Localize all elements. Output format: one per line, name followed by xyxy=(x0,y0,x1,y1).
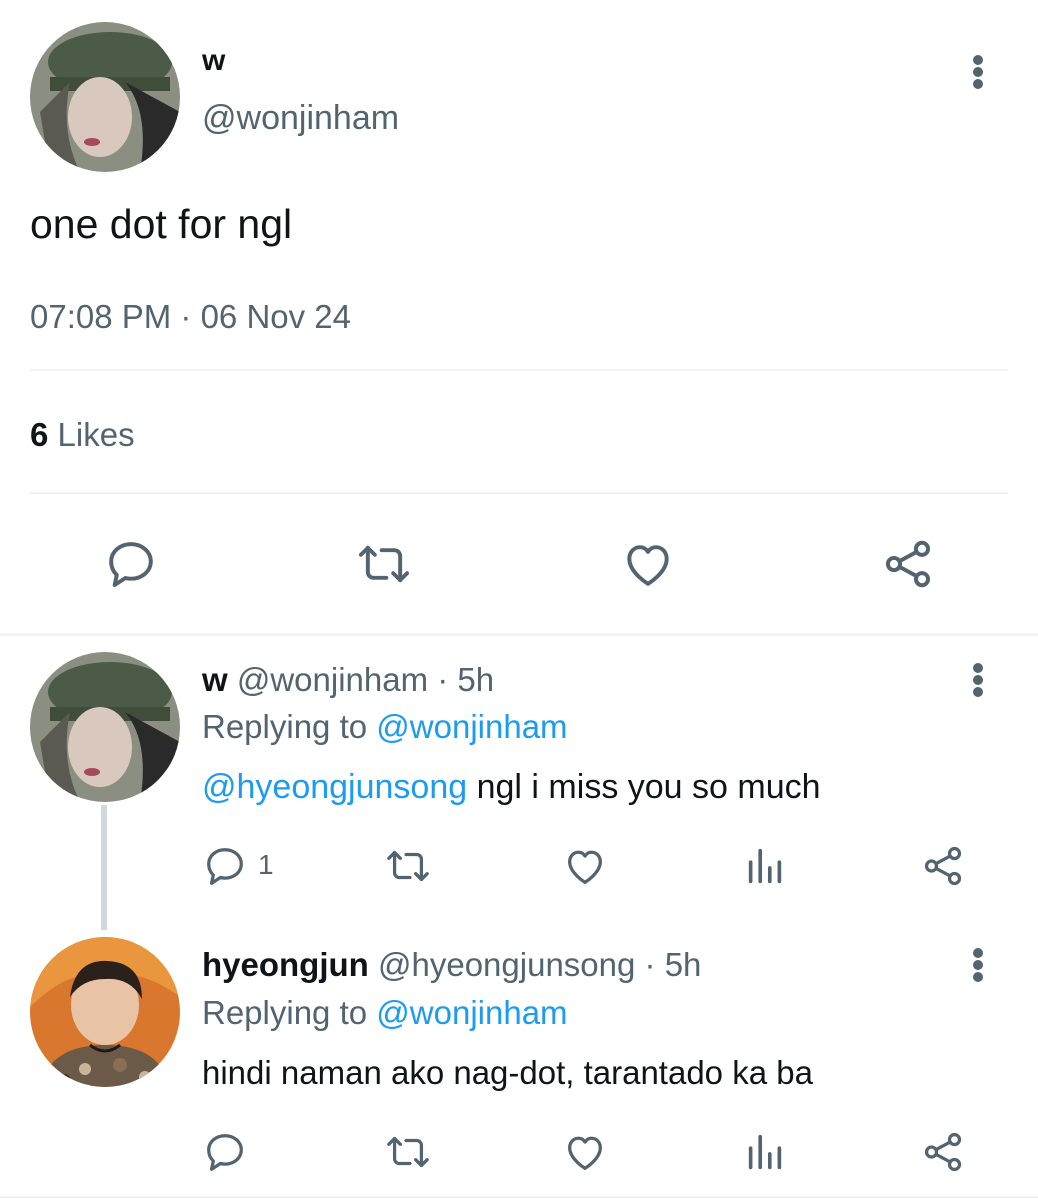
views-icon[interactable] xyxy=(742,1129,788,1175)
retweet-icon[interactable] xyxy=(383,843,433,889)
reply-header: w @wonjinham · 5h xyxy=(202,660,494,700)
replying-to: Replying to @wonjinham xyxy=(202,993,568,1033)
avatar-reply-1[interactable] xyxy=(30,652,180,802)
reply-display-name[interactable]: w xyxy=(202,661,228,698)
divider xyxy=(30,369,1008,371)
tweet-timestamp[interactable]: 07:08 PM · 06 Nov 24 xyxy=(30,297,351,337)
reply-body: hindi naman ako nag-dot, tarantado ka ba xyxy=(202,1054,813,1091)
reply-time[interactable]: · 5h xyxy=(645,946,702,983)
like-icon[interactable] xyxy=(620,536,676,592)
reply-handle[interactable]: @wonjinham xyxy=(237,661,428,698)
like-icon[interactable] xyxy=(562,1129,608,1175)
reply-icon[interactable] xyxy=(202,1129,248,1175)
replying-to-link[interactable]: @wonjinham xyxy=(376,994,567,1031)
thread-line xyxy=(101,805,107,930)
reply-icon[interactable] xyxy=(202,843,248,889)
more-icon[interactable] xyxy=(968,660,988,700)
replying-to: Replying to @wonjinham xyxy=(202,707,568,747)
reply-body: ngl i miss you so much xyxy=(467,768,821,806)
mention-link[interactable]: @hyeongjunsong xyxy=(202,768,467,806)
likes-count: 6 xyxy=(30,416,49,453)
retweet-icon[interactable] xyxy=(383,1129,433,1175)
reply-header: hyeongjun @hyeongjunsong · 5h xyxy=(202,945,701,985)
replying-to-label: Replying to xyxy=(202,708,368,745)
divider xyxy=(30,492,1008,494)
views-icon[interactable] xyxy=(742,843,788,889)
share-icon[interactable] xyxy=(920,1129,966,1175)
avatar-main[interactable] xyxy=(30,22,180,172)
share-icon[interactable] xyxy=(880,536,936,592)
replying-to-label: Replying to xyxy=(202,994,368,1031)
display-name[interactable]: w xyxy=(202,44,225,78)
reply-text: @hyeongjunsong ngl i miss you so much xyxy=(202,767,821,807)
more-icon[interactable] xyxy=(968,945,988,985)
reply-handle[interactable]: @hyeongjunsong xyxy=(378,946,635,983)
reply-count: 1 xyxy=(258,849,274,880)
tweet-text: one dot for ngl xyxy=(30,201,293,247)
more-icon[interactable] xyxy=(968,52,988,92)
retweet-icon[interactable] xyxy=(354,536,414,592)
share-icon[interactable] xyxy=(920,843,966,889)
reply-icon[interactable] xyxy=(103,536,159,592)
bottom-divider xyxy=(0,1196,1038,1198)
section-divider xyxy=(0,633,1038,636)
reply-display-name[interactable]: hyeongjun xyxy=(202,946,369,983)
avatar-reply-2[interactable] xyxy=(30,937,180,1087)
reply-time[interactable]: · 5h xyxy=(437,661,494,698)
likes-stat[interactable]: 6 Likes xyxy=(30,415,135,455)
replying-to-link[interactable]: @wonjinham xyxy=(376,708,567,745)
handle[interactable]: @wonjinham xyxy=(202,98,399,138)
like-icon[interactable] xyxy=(562,843,608,889)
likes-label: Likes xyxy=(57,416,135,453)
